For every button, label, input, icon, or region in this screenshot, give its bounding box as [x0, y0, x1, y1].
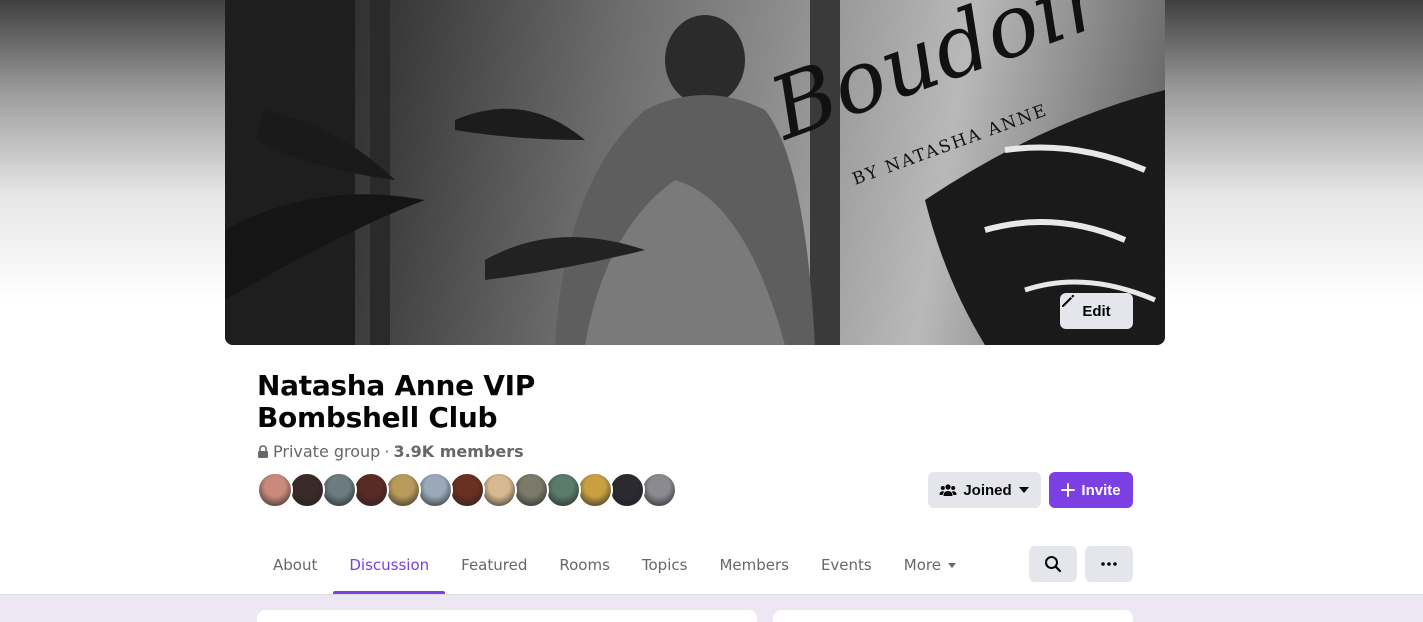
tab-discussion[interactable]: Discussion	[333, 536, 445, 594]
member-avatar[interactable]	[609, 472, 645, 508]
group-name[interactable]: Natasha Anne VIP Bombshell Club	[257, 370, 677, 434]
edit-cover-button[interactable]: Edit	[1060, 293, 1133, 329]
caret-down-icon	[947, 562, 956, 568]
tab-about[interactable]: About	[257, 536, 333, 594]
member-avatars	[257, 472, 677, 508]
member-avatar[interactable]	[545, 472, 581, 508]
tab-featured[interactable]: Featured	[445, 536, 543, 594]
feed-card	[257, 610, 757, 622]
group-meta: Private group · 3.9K members	[257, 442, 524, 461]
plus-icon	[1061, 483, 1076, 497]
privacy-label[interactable]: Private group	[273, 442, 380, 461]
caret-down-icon	[1018, 487, 1029, 493]
group-members-icon	[939, 484, 957, 496]
member-avatar[interactable]	[385, 472, 421, 508]
member-avatar[interactable]	[289, 472, 325, 508]
member-avatar[interactable]	[513, 472, 549, 508]
member-avatar[interactable]	[257, 472, 293, 508]
meta-separator: ·	[384, 442, 390, 461]
invite-button[interactable]: Invite	[1049, 472, 1133, 508]
member-avatar[interactable]	[321, 472, 357, 508]
lock-icon	[258, 444, 268, 458]
cover-photo-artwork: Boudoir BY NATASHA ANNE	[225, 0, 1165, 345]
search-icon	[1045, 556, 1062, 573]
tab-rooms[interactable]: Rooms	[543, 536, 626, 594]
joined-button[interactable]: Joined	[928, 472, 1041, 508]
cover-photo[interactable]: Boudoir BY NATASHA ANNE Edit	[225, 0, 1165, 345]
member-avatar[interactable]	[481, 472, 517, 508]
member-avatar[interactable]	[353, 472, 389, 508]
member-avatar[interactable]	[417, 472, 453, 508]
group-search-button[interactable]	[1029, 546, 1077, 582]
tab-events[interactable]: Events	[805, 536, 888, 594]
invite-label: Invite	[1081, 481, 1121, 499]
member-avatar[interactable]	[577, 472, 613, 508]
ellipsis-icon	[1101, 562, 1117, 566]
edit-cover-label: Edit	[1082, 302, 1111, 320]
tab-topics[interactable]: Topics	[626, 536, 704, 594]
sidebar-card	[773, 610, 1133, 622]
pencil-icon	[1062, 294, 1075, 307]
tab-members[interactable]: Members	[703, 536, 805, 594]
joined-label: Joined	[963, 481, 1012, 499]
member-avatar[interactable]	[641, 472, 677, 508]
group-tabs: About Discussion Featured Rooms Topics M…	[257, 536, 973, 594]
more-options-button[interactable]	[1085, 546, 1133, 582]
member-avatar[interactable]	[449, 472, 485, 508]
member-count[interactable]: 3.9K members	[393, 442, 523, 461]
tab-more[interactable]: More	[888, 536, 973, 594]
